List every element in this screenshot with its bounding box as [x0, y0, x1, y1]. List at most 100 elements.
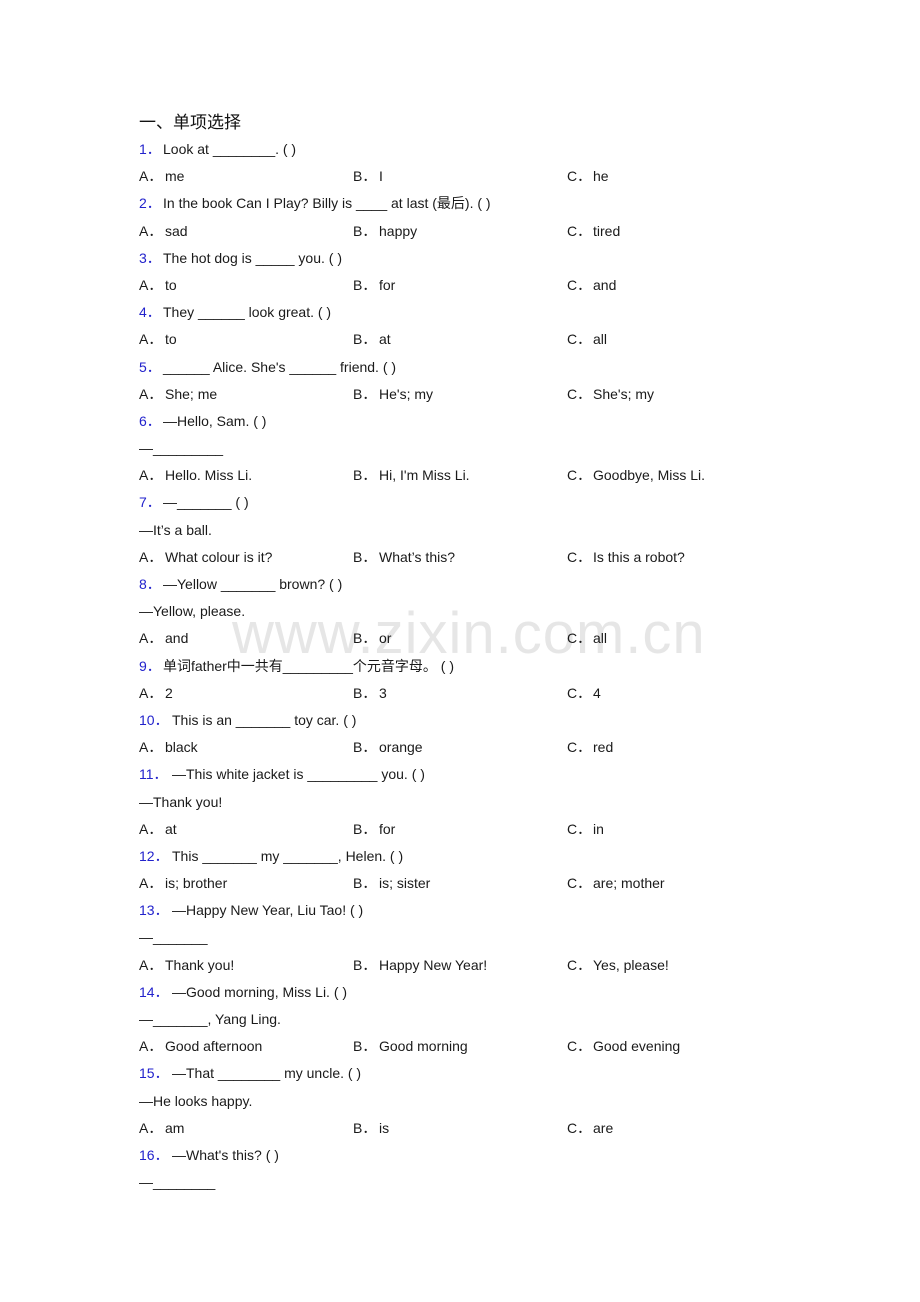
question-stem: 5． ______ Alice. She's ______ friend. ( ) [139, 354, 799, 381]
question-text: —That ________ my uncle. ( ) [172, 1065, 362, 1082]
option-b[interactable]: B． or [353, 625, 391, 652]
option-b[interactable]: B． is; sister [353, 870, 430, 897]
question-item: 8． —Yellow _______ brown? ( ) —Yellow, ple… [139, 571, 799, 653]
option-letter: C． [567, 1038, 592, 1055]
option-text: 3 [379, 684, 387, 701]
question-item: 15． —That ________ my uncle. ( ) —He looks… [139, 1060, 799, 1142]
option-letter: B． [353, 276, 377, 293]
option-c[interactable]: C． Yes, please! [567, 952, 669, 979]
options-row: A． at B． for C． in [139, 816, 799, 843]
option-letter: C． [567, 820, 592, 837]
option-a[interactable]: A． to [139, 272, 177, 299]
question-text: In the book Can I Play? Billy is ____ at… [163, 195, 491, 212]
option-a[interactable]: A． She; me [139, 381, 217, 408]
option-letter: B． [353, 1038, 377, 1055]
exam-page: 一、单项选择 1． Look at ________. ( ) A． me B． I C． h… [139, 110, 799, 1196]
question-number: 2． [139, 195, 161, 212]
option-c[interactable]: C． Goodbye, Miss Li. [567, 462, 705, 489]
option-letter: C． [567, 548, 592, 565]
question-stem: 2． In the book Can I Play? Billy is ____ … [139, 190, 799, 217]
option-c[interactable]: C． Good evening [567, 1033, 680, 1060]
option-b[interactable]: B． for [353, 272, 395, 299]
question-number: 5． [139, 358, 161, 375]
option-b[interactable]: B． at [353, 326, 391, 353]
option-a[interactable]: A． is; brother [139, 870, 227, 897]
option-b[interactable]: B． Good morning [353, 1033, 468, 1060]
option-c[interactable]: C． Is this a robot? [567, 544, 685, 571]
options-row: A． What colour is it? B． What’s this? C． Is t… [139, 544, 799, 571]
option-text: He's; my [379, 385, 434, 402]
option-c[interactable]: C． She's; my [567, 381, 654, 408]
option-b[interactable]: B． What’s this? [353, 544, 455, 571]
option-b[interactable]: B． happy [353, 218, 417, 245]
option-b[interactable]: B． I [353, 163, 383, 190]
option-b[interactable]: B． is [353, 1115, 389, 1142]
option-letter: A． [139, 548, 163, 565]
question-item: 6． —Hello, Sam. ( ) —_________ A． Hello. Mis… [139, 408, 799, 490]
option-b[interactable]: B． Happy New Year! [353, 952, 487, 979]
option-letter: B． [353, 548, 377, 565]
option-c[interactable]: C． 4 [567, 680, 601, 707]
question-text: —Good morning, Miss Li. ( ) [172, 983, 348, 1000]
option-c[interactable]: C． red [567, 734, 613, 761]
option-a[interactable]: A． and [139, 625, 188, 652]
options-row: A． Thank you! B． Happy New Year! C． Yes, plea… [139, 952, 799, 979]
option-a[interactable]: A． Good afternoon [139, 1033, 262, 1060]
option-b[interactable]: B． He's; my [353, 381, 433, 408]
option-letter: B． [353, 467, 377, 484]
option-a[interactable]: A． 2 [139, 680, 173, 707]
option-c[interactable]: C． he [567, 163, 609, 190]
options-row: A． am B． is C． are [139, 1115, 799, 1142]
option-text: What’s this? [379, 548, 455, 565]
question-item: 13． —Happy New Year, Liu Tao! ( ) —_______… [139, 897, 799, 979]
option-b[interactable]: B． orange [353, 734, 423, 761]
question-number: 15． [139, 1065, 169, 1082]
option-a[interactable]: A． to [139, 326, 177, 353]
option-letter: B． [353, 956, 377, 973]
option-a[interactable]: A． What colour is it? [139, 544, 272, 571]
question-number: 3． [139, 249, 161, 266]
option-a[interactable]: A． Hello. Miss Li. [139, 462, 252, 489]
option-b[interactable]: B． for [353, 816, 395, 843]
option-text: tired [593, 222, 621, 239]
option-text: Hello. Miss Li. [165, 467, 253, 484]
options-row: A． sad B． happy C． tired [139, 218, 799, 245]
option-c[interactable]: C． are; mother [567, 870, 665, 897]
option-a[interactable]: A． am [139, 1115, 184, 1142]
option-letter: B． [353, 875, 377, 892]
question-text: They ______ look great. ( ) [163, 304, 332, 321]
question-stem: 3． The hot dog is _____ you. ( ) [139, 245, 799, 272]
option-letter: B． [353, 820, 377, 837]
option-text: Good morning [379, 1038, 468, 1055]
option-b[interactable]: B． 3 [353, 680, 387, 707]
option-c[interactable]: C． are [567, 1115, 613, 1142]
question-number: 1． [139, 141, 161, 157]
option-text: orange [379, 739, 423, 756]
question-text: This is an _______ toy car. ( ) [172, 711, 357, 728]
question-item: 5． ______ Alice. She's ______ friend. ( )… [139, 354, 799, 408]
question-text: This _______ my _______, Helen. ( ) [172, 847, 404, 864]
question-text: —What's this? ( ) [172, 1146, 279, 1163]
option-a[interactable]: A． Thank you! [139, 952, 234, 979]
option-letter: A． [139, 276, 163, 293]
option-a[interactable]: A． black [139, 734, 198, 761]
option-text: Good evening [593, 1038, 681, 1055]
option-text: all [593, 331, 608, 348]
option-text: all [593, 630, 608, 647]
question-text: —Hello, Sam. ( ) [163, 412, 267, 429]
option-letter: C． [567, 956, 592, 973]
option-c[interactable]: C． tired [567, 218, 620, 245]
question-reply: —_______, Yang Ling. [139, 1011, 281, 1027]
option-text: black [165, 739, 198, 756]
option-b[interactable]: B． Hi, I'm Miss Li. [353, 462, 470, 489]
option-text: Happy New Year! [379, 956, 488, 973]
option-letter: B． [353, 331, 377, 348]
option-c[interactable]: C． all [567, 326, 607, 353]
option-c[interactable]: C． and [567, 272, 616, 299]
option-letter: A． [139, 820, 163, 837]
option-c[interactable]: C． in [567, 816, 604, 843]
option-c[interactable]: C． all [567, 625, 607, 652]
option-a[interactable]: A． at [139, 816, 177, 843]
option-a[interactable]: A． me [139, 163, 184, 190]
option-a[interactable]: A． sad [139, 218, 188, 245]
